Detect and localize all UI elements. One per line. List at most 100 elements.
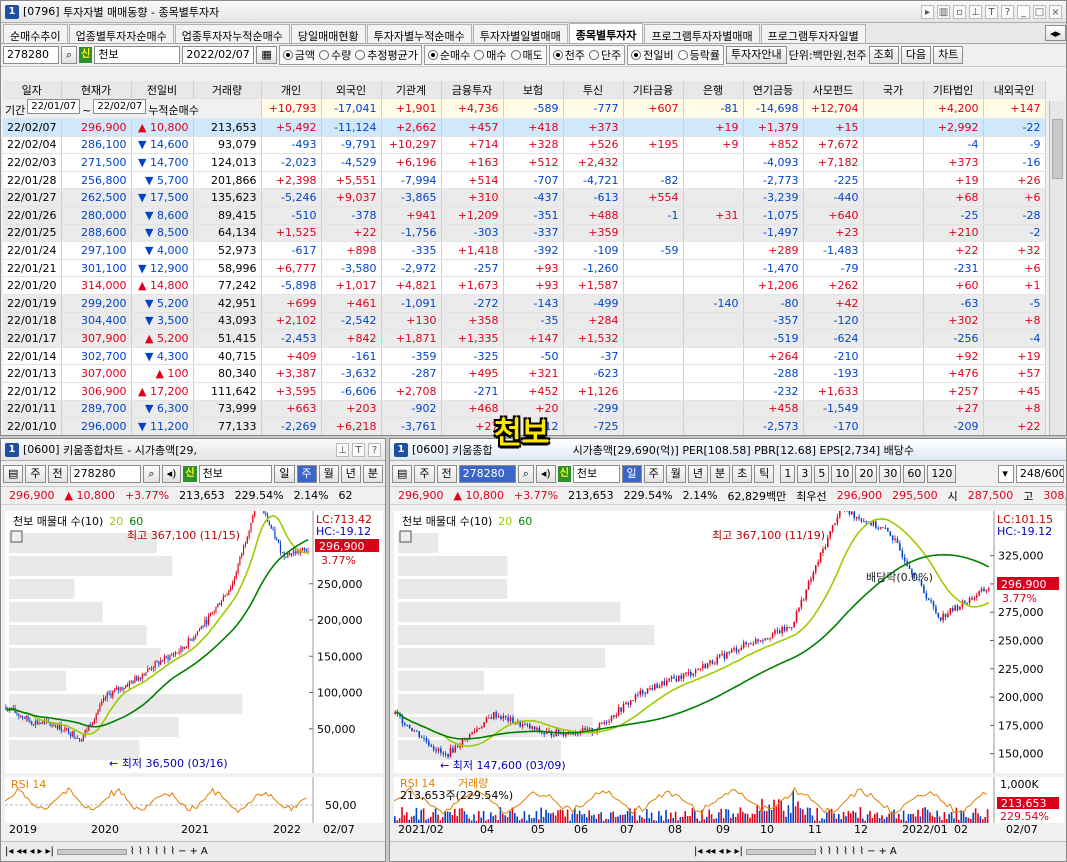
minimize-icon[interactable]: _ [1017, 4, 1030, 19]
radio-circle[interactable] [631, 50, 642, 60]
lock-icon[interactable]: ▫ [953, 4, 966, 19]
tab-6[interactable]: 투자자별일별매매 [472, 24, 568, 43]
prev-window-icon[interactable]: ▸ [921, 4, 934, 19]
interval-button[interactable]: 60 [903, 464, 926, 483]
table-row[interactable]: 22/01/26 280,000 ▼ 8,600 89,415 -510 -378 +941… [3, 206, 1046, 225]
prev-stock-button[interactable]: 전 [436, 464, 457, 483]
prev-icon[interactable]: ◂◂ [16, 846, 26, 857]
date-input[interactable]: 2022/02/07 [182, 46, 255, 64]
prev-icon[interactable]: ◂◂ [705, 846, 715, 857]
radio-option[interactable]: 수량 [319, 47, 351, 63]
radio-circle[interactable] [677, 50, 688, 60]
table-row[interactable]: 22/02/04 286,100 ▼ 14,600 93,079 -493 -9,791 +… [3, 136, 1046, 155]
tab-7[interactable]: 종목별투자자 [568, 23, 644, 43]
column-header[interactable]: 현재가 [61, 81, 132, 100]
right-code-input[interactable]: 278280 [458, 464, 516, 483]
radio-circle[interactable] [510, 50, 521, 60]
zoom-out-icon[interactable]: − [867, 846, 875, 857]
search-button[interactable]: 조회 [868, 46, 899, 64]
radio-option[interactable]: 추정평균가 [355, 47, 418, 63]
radio-option[interactable]: 매수 [474, 47, 507, 63]
first-icon[interactable]: |◂ [694, 846, 702, 857]
table-row[interactable]: 22/01/12 306,900 ▲ 17,200 111,642 +3,595 -6,6… [3, 382, 1046, 401]
right-volume-svg[interactable]: RSI 14 거래량 213,653주(229.54%) 1,000K 213,… [394, 777, 1064, 823]
chart-button[interactable]: 차트 [933, 46, 964, 64]
radio-option[interactable]: 전일비 [631, 47, 674, 63]
tab-9[interactable]: 프로그램투자자일별 [760, 24, 866, 43]
column-header[interactable]: 외국인 [321, 81, 382, 100]
column-header[interactable]: 거래량 [193, 81, 262, 100]
drawing-tools-icon[interactable]: ⌇ ⌇ ⌇ ⌇ ⌇ ⌇ [130, 846, 175, 857]
column-header[interactable]: 전일비 [131, 81, 194, 100]
radio-circle[interactable] [589, 50, 600, 60]
period-button[interactable]: 일 [621, 464, 642, 483]
table-scroll-thumb[interactable] [1052, 119, 1063, 179]
table-row[interactable]: 22/01/13 307,000 ▲ 100 80,340 +3,387 -3,632 -2… [3, 364, 1046, 383]
play-icon[interactable]: ▸ [726, 846, 731, 857]
tab-4[interactable]: 당일매매현황 [290, 24, 366, 43]
stock-type-button[interactable]: 주 [414, 464, 435, 483]
period-to-input[interactable]: 22/02/07 [93, 99, 147, 115]
pin-icon[interactable]: ⊥ [969, 4, 982, 19]
left-chart-titlebar[interactable]: 1 [0600] 키움종합차트 - 시가총액[29, ⊥ T ? [1, 439, 385, 461]
interval-button[interactable]: 3 [797, 464, 813, 483]
table-row[interactable]: 22/01/17 307,900 ▲ 5,200 51,415 -2,453 +842 +1… [3, 329, 1046, 348]
end-icon[interactable]: ▸| [735, 846, 743, 857]
period-button[interactable]: 월 [318, 464, 339, 483]
period-button[interactable]: 분 [710, 464, 731, 483]
grid-toggle-icon[interactable] [399, 530, 412, 543]
interval-button[interactable]: 5 [814, 464, 830, 483]
layout-icon[interactable]: ▥ [937, 4, 950, 19]
period-button[interactable]: 분 [362, 464, 383, 483]
radio-option[interactable]: 단주 [589, 47, 621, 63]
table-row[interactable]: 22/01/14 302,700 ▼ 4,300 40,715 +409 -161 -359… [3, 347, 1046, 366]
column-header[interactable]: 기타금융 [623, 81, 684, 100]
interval-button[interactable]: 20 [855, 464, 878, 483]
end-icon[interactable]: ▸| [46, 846, 54, 857]
tab-scroll-arrows[interactable]: ◂▸ [1044, 25, 1066, 41]
column-header[interactable]: 연기금등 [743, 81, 804, 100]
radio-option[interactable]: 등락률 [677, 47, 720, 63]
speaker-icon[interactable]: ◂) [161, 464, 182, 483]
radio-circle[interactable] [319, 50, 330, 60]
period-button[interactable]: 일 [274, 464, 295, 483]
column-header[interactable]: 개인 [261, 81, 322, 100]
font-icon[interactable]: T [352, 442, 365, 457]
radio-circle[interactable] [282, 50, 293, 60]
radio-option[interactable]: 천주 [552, 47, 585, 63]
table-row[interactable]: 22/01/21 301,100 ▼ 12,900 58,996 +6,777 -3,58… [3, 259, 1046, 278]
next-button[interactable]: 다음 [900, 46, 932, 64]
back-icon[interactable]: ◂ [29, 846, 34, 857]
table-row[interactable]: 22/01/20 314,000 ▲ 14,800 77,242 -5,898 +1,01… [3, 276, 1046, 296]
column-header[interactable]: 내외국인 [983, 81, 1046, 100]
speaker-icon[interactable]: ◂) [535, 464, 556, 483]
zoom-slider[interactable] [56, 848, 127, 855]
table-scrollbar[interactable] [1049, 101, 1065, 435]
prev-stock-button[interactable]: 전 [47, 464, 68, 483]
stock-name-input[interactable]: 천보 [94, 46, 181, 64]
radio-option[interactable]: 순매수 [427, 47, 470, 63]
left-price-chart-svg[interactable]: 천보 매물대 수(10) 20 60 최고 367,100 (11/15) ← 최저… [5, 511, 383, 773]
radio-circle[interactable] [552, 50, 563, 60]
font-icon[interactable]: T [985, 4, 998, 19]
column-header[interactable]: 국가 [863, 81, 924, 100]
text-tool-icon[interactable]: A [201, 846, 208, 857]
table-row[interactable]: 22/01/18 304,400 ▼ 3,500 43,093 +2,102 -2,542… [3, 312, 1046, 331]
period-from-input[interactable]: 22/01/07 [27, 99, 81, 115]
radio-option[interactable]: 매도 [510, 47, 543, 63]
column-header[interactable]: 기관계 [381, 81, 442, 100]
period-button[interactable]: 월 [665, 464, 686, 483]
radio-circle[interactable] [355, 50, 366, 60]
drawing-tools-icon[interactable]: ⌇ ⌇ ⌇ ⌇ ⌇ ⌇ [819, 846, 864, 857]
zoom-out-icon[interactable]: − [178, 846, 186, 857]
column-header[interactable]: 은행 [683, 81, 744, 100]
column-header[interactable]: 일자 [3, 81, 62, 100]
first-icon[interactable]: |◂ [5, 846, 13, 857]
radio-option[interactable]: 금액 [282, 47, 315, 63]
investor-window-titlebar[interactable]: 1 [0796] 투자자별 매매동향 - 종목별투자자 ▸ ▥ ▫ ⊥ T ? … [1, 1, 1066, 23]
period-button[interactable]: 초 [732, 464, 753, 483]
column-header[interactable]: 금융투자 [441, 81, 504, 100]
left-code-input[interactable]: 278280 [69, 464, 142, 483]
tab-8[interactable]: 프로그램투자자별매매 [644, 24, 760, 43]
tab-1[interactable]: 순매수추이 [3, 24, 68, 43]
